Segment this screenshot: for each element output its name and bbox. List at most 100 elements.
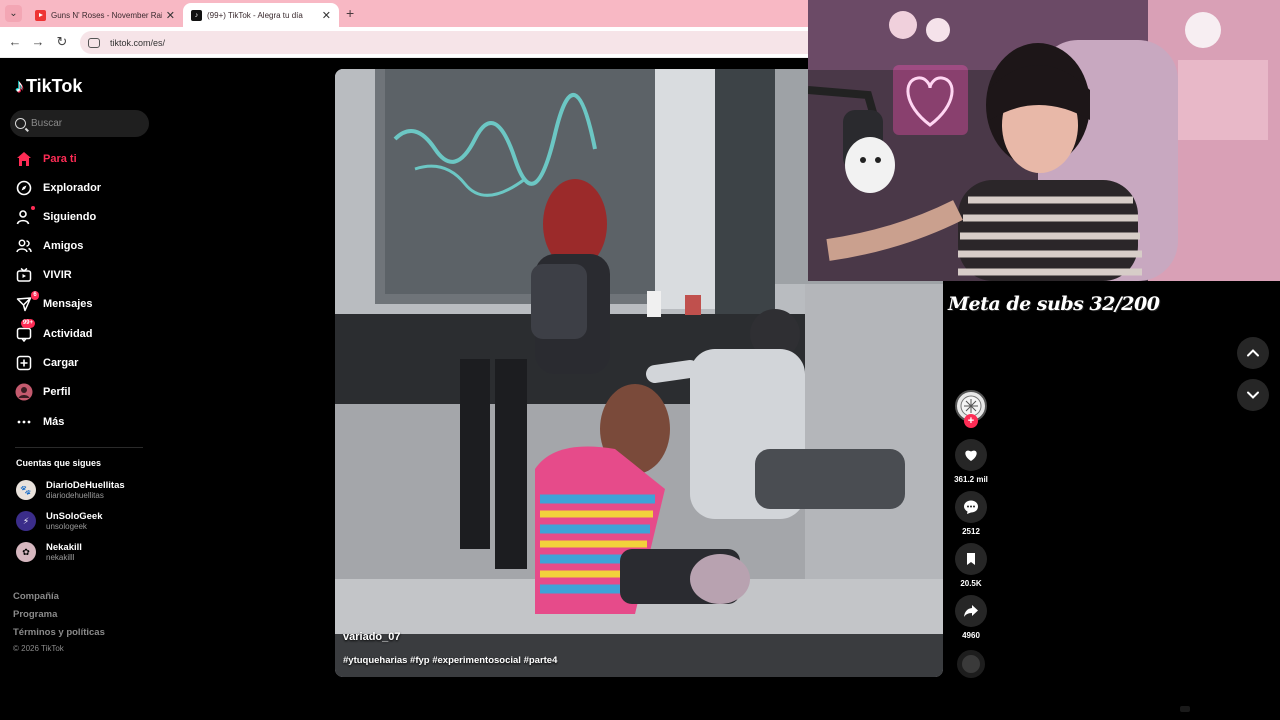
sidebar-item-explorador[interactable]: Explorador <box>15 178 101 198</box>
sidebar-divider <box>15 447 143 448</box>
footer-link-programa[interactable]: Programa <box>13 609 57 620</box>
sidebar-item-label: Mensajes <box>43 298 93 310</box>
profile-avatar <box>15 383 33 401</box>
sidebar-item-label: VIVIR <box>43 269 72 281</box>
bookmark-icon <box>955 543 987 575</box>
previous-video-button[interactable] <box>1237 337 1269 369</box>
sidebar-item-siguiendo[interactable]: Siguiendo <box>15 206 97 227</box>
follow-button[interactable]: + <box>964 414 978 428</box>
sidebar-item-actividad[interactable]: 99+ Actividad <box>15 319 93 344</box>
webcam-feed <box>808 0 1280 281</box>
sidebar-item-amigos[interactable]: Amigos <box>15 236 83 256</box>
url-text: tiktok.com/es/ <box>110 37 166 48</box>
chevron-down-icon <box>1247 391 1259 399</box>
upload-icon <box>15 354 33 372</box>
tiktok-logo-icon: ♪ <box>15 76 24 96</box>
messages-icon: 6 <box>15 291 39 313</box>
followed-account[interactable]: ⚡ UnSoloGeek unsologeek <box>16 511 103 531</box>
url-field[interactable]: tiktok.com/es/ <box>80 31 820 54</box>
screen: ⌄ Guns N' Roses - November Rain ✕ ♪ (99+… <box>0 0 1280 720</box>
compass-icon <box>15 179 33 197</box>
sidebar-item-mensajes[interactable]: 6 Mensajes <box>15 291 93 314</box>
home-icon <box>15 150 33 168</box>
youtube-icon <box>35 9 46 21</box>
browser-tab-tiktok[interactable]: ♪ (99+) TikTok - Alegra tu día ✕ <box>183 3 339 27</box>
account-handle: diariodehuellitas <box>46 491 104 500</box>
webcam-overlay <box>808 0 1280 281</box>
like-count: 361.2 mil <box>954 475 988 484</box>
sidebar-item-perfil[interactable]: Perfil <box>15 382 71 402</box>
avatar: 🐾 <box>16 480 36 500</box>
tiktok-icon: ♪ <box>191 9 202 21</box>
sidebar-item-label: Perfil <box>43 386 71 398</box>
sidebar: ♪ TikTok Buscar Para ti Explorador Sigui… <box>0 58 165 720</box>
sidebar-item-vivir[interactable]: VIVIR <box>15 265 72 285</box>
sub-goal-overlay: Meta de subs 32/200 <box>948 293 1160 315</box>
footer-link-terminos[interactable]: Términos y políticas <box>13 627 105 638</box>
tab-title: Guns N' Roses - November Rain <box>51 10 162 20</box>
browser-tab-bar: ⌄ Guns N' Roses - November Rain ✕ ♪ (99+… <box>0 0 808 27</box>
comment-button[interactable]: 2512 <box>955 491 987 536</box>
back-icon[interactable]: ← <box>6 33 24 51</box>
search-input[interactable]: Buscar <box>10 110 149 137</box>
account-handle: nekakilll <box>46 553 75 562</box>
comment-count: 2512 <box>962 527 980 536</box>
sidebar-item-label: Para ti <box>43 153 77 165</box>
live-icon <box>15 266 33 284</box>
chevron-up-icon <box>1247 349 1259 357</box>
share-button[interactable]: 4960 <box>955 595 987 640</box>
video-caption[interactable]: #ytuqueharias #fyp #experimentosocial #p… <box>343 655 557 666</box>
close-tab-icon[interactable]: ✕ <box>322 9 331 22</box>
sidebar-item-para-ti[interactable]: Para ti <box>15 149 77 169</box>
music-disc-icon[interactable] <box>957 650 985 678</box>
next-video-button[interactable] <box>1237 379 1269 411</box>
save-button[interactable]: 20.5K <box>955 543 987 588</box>
new-tab-button[interactable]: + <box>346 5 354 21</box>
search-placeholder: Buscar <box>31 118 63 129</box>
address-bar: ← → ↻ tiktok.com/es/ <box>0 27 820 58</box>
avatar: ✿ <box>16 542 36 562</box>
mouse-cursor <box>1180 706 1190 712</box>
account-name: Nekakill <box>46 542 82 553</box>
activity-icon: 99+ <box>15 319 35 343</box>
reload-icon[interactable]: ↻ <box>53 33 71 51</box>
copyright: © 2026 TikTok <box>13 644 64 653</box>
like-button[interactable]: 361.2 mil <box>954 439 988 484</box>
tab-search-dropdown[interactable]: ⌄ <box>5 5 22 22</box>
followed-account[interactable]: 🐾 DiarioDeHuellitas diariodehuellitas <box>16 480 125 500</box>
logo-text: TikTok <box>26 76 83 96</box>
sidebar-item-label: Siguiendo <box>43 211 97 223</box>
site-settings-icon[interactable] <box>88 37 100 48</box>
forward-icon[interactable]: → <box>29 33 47 51</box>
messages-badge: 6 <box>31 291 39 300</box>
following-section-title: Cuentas que sigues <box>16 458 102 468</box>
notification-dot <box>31 206 35 210</box>
sidebar-item-label: Cargar <box>43 357 79 369</box>
browser-tab-youtube[interactable]: Guns N' Roses - November Rain ✕ <box>27 3 183 27</box>
followed-account[interactable]: ✿ Nekakill nekakilll <box>16 542 82 562</box>
friends-icon <box>15 237 33 255</box>
account-name: DiarioDeHuellitas <box>46 480 125 491</box>
search-icon <box>15 118 26 129</box>
tab-title: (99+) TikTok - Alegra tu día <box>207 10 303 20</box>
account-handle: unsologeek <box>46 522 87 531</box>
footer-link-compania[interactable]: Compañía <box>13 591 59 602</box>
sidebar-item-label: Explorador <box>43 182 102 194</box>
following-icon <box>15 206 35 226</box>
sidebar-item-label: Amigos <box>43 240 84 252</box>
sidebar-item-label: Actividad <box>43 328 93 340</box>
share-count: 4960 <box>962 631 980 640</box>
tiktok-logo[interactable]: ♪ TikTok <box>15 76 82 97</box>
more-icon <box>15 413 33 431</box>
comment-icon <box>955 491 987 523</box>
account-name: UnSoloGeek <box>46 511 103 522</box>
share-icon <box>955 595 987 627</box>
avatar: ⚡ <box>16 511 36 531</box>
activity-badge: 99+ <box>20 319 35 328</box>
video-author[interactable]: variado_07 <box>343 631 400 643</box>
sidebar-item-cargar[interactable]: Cargar <box>15 353 78 373</box>
heart-icon <box>955 439 987 471</box>
sidebar-item-mas[interactable]: Más <box>15 412 64 432</box>
close-tab-icon[interactable]: ✕ <box>166 9 175 22</box>
sidebar-item-label: Más <box>43 416 65 428</box>
